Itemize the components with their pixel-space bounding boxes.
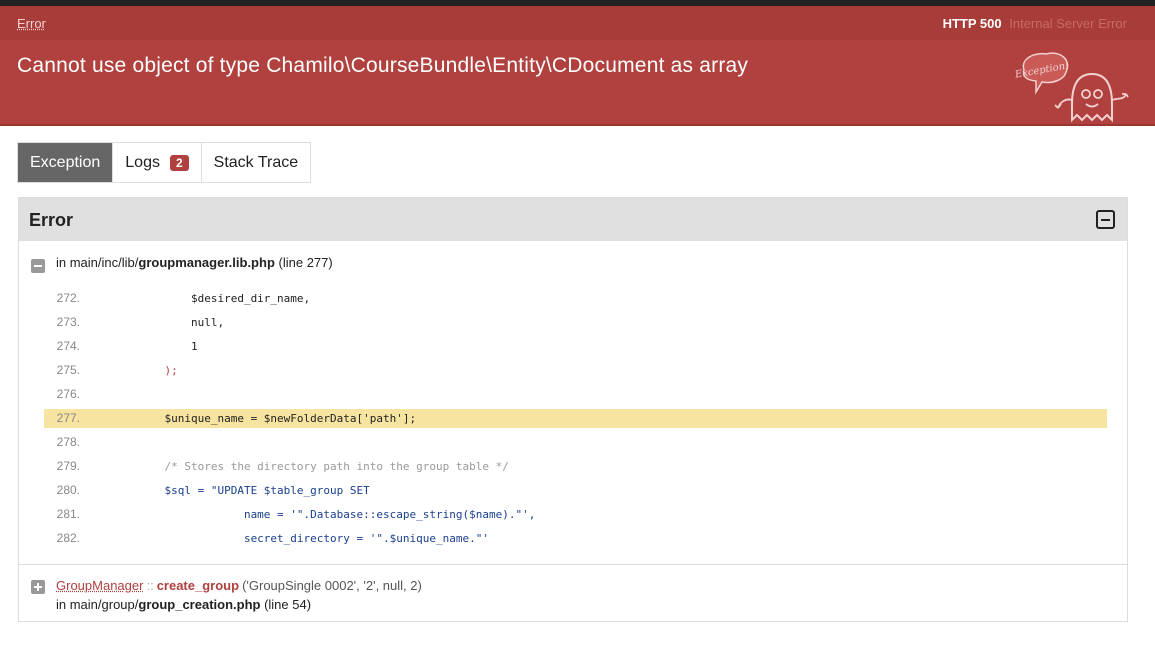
code-text: secret_directory = '".$unique_name."' [85,531,489,545]
frame-path-prefix: in main/inc/lib/ [56,254,139,270]
tab-exception-label: Exception [30,153,101,171]
code-text: /* Stores the directory path into the gr… [85,459,509,473]
code-line: 276. [44,382,1107,406]
trace-frame-header[interactable]: in main/inc/lib/groupmanager.lib.php (li… [31,252,333,273]
code-line: 279. /* Stores the directory path into t… [44,454,1107,478]
http-status: HTTP 500 Internal Server Error [943,16,1127,31]
code-line: 272. $desired_dir_name, [44,286,1107,310]
code-text: name = '".Database::escape_string($name)… [85,507,536,521]
frame-location: in main/inc/lib/groupmanager.lib.php (li… [56,255,333,270]
frame-file: group_creation.php [138,596,261,612]
frame-function: create_group [156,577,240,593]
line-number: 279. [56,459,80,473]
frame-path-prefix: in main/group/ [56,596,139,612]
code-text: $sql = "UPDATE $table_group SET [85,483,370,497]
frame-separator: :: [146,577,154,593]
frame-file: groupmanager.lib.php [138,254,275,270]
frame-class: GroupManager [56,577,144,593]
frame-line: (line 54) [264,596,312,612]
http-code: HTTP 500 [942,16,1002,31]
code-text: $unique_name = $newFolderData['path']; [85,411,417,425]
code-snippet: 272. $desired_dir_name, 273. null, 274. … [44,286,1107,550]
line-number: 281. [56,507,80,521]
error-label: Error [17,16,46,31]
code-text: $desired_dir_name, [85,291,311,305]
exception-ghost-icon: Exception! [1014,52,1129,123]
code-line: 280. $sql = "UPDATE $table_group SET [44,478,1107,502]
code-line: 278. [44,430,1107,454]
frame-line: (line 277) [278,254,333,270]
line-number: 278. [56,435,80,449]
frame-divider [19,564,1127,565]
line-number: 277. [56,411,80,425]
trace-frame-location: in main/group/group_creation.php (line 5… [56,595,422,613]
frame-args: ('GroupSingle 0002', '2', null, 2) [242,577,422,593]
code-text: ); [85,363,178,377]
exception-panel: Error in main/inc/lib/groupmanager.lib.p… [18,197,1128,622]
logs-count-badge: 2 [169,154,189,171]
code-line: 282. secret_directory = '".$unique_name.… [44,526,1107,550]
tab-logs-label: Logs [125,153,160,171]
line-number: 273. [56,315,80,329]
line-number: 282. [56,531,80,545]
line-number: 280. [56,483,80,497]
code-line: 274. 1 [44,334,1107,358]
code-text: null, [85,315,225,329]
tab-stack-trace[interactable]: Stack Trace [201,143,311,182]
panel-header: Error [19,198,1127,241]
trace-frame-call: GroupManager :: create_group ('GroupSing… [31,575,422,595]
tab-logs[interactable]: Logs 2 [113,143,202,182]
header-strip: Error HTTP 500 Internal Server Error [0,6,1155,40]
exception-header: Error HTTP 500 Internal Server Error Can… [0,6,1155,126]
panel-title: Error [29,210,74,230]
code-line: 273. null, [44,310,1107,334]
tab-bar: Exception Logs 2 Stack Trace [17,142,312,183]
highlighted-code-line: 277. $unique_name = $newFolderData['path… [44,408,1107,428]
tab-stack-trace-label: Stack Trace [213,153,299,171]
tab-exception[interactable]: Exception [18,143,114,182]
collapse-all-icon[interactable] [1096,210,1115,229]
exception-message: Cannot use object of type Chamilo\Course… [17,54,749,77]
code-line: 281. name = '".Database::escape_string($… [44,502,1107,526]
collapse-frame-icon[interactable] [31,259,45,273]
trace-frame[interactable]: GroupManager :: create_group ('GroupSing… [31,575,422,613]
code-text: 1 [85,339,198,353]
line-number: 274. [56,339,80,353]
http-status-text: Internal Server Error [1009,16,1127,31]
code-line: 275. ); [44,358,1107,382]
expand-frame-icon[interactable] [31,580,45,594]
line-number: 275. [56,363,80,377]
line-number: 272. [56,291,80,305]
line-number: 276. [56,387,80,401]
